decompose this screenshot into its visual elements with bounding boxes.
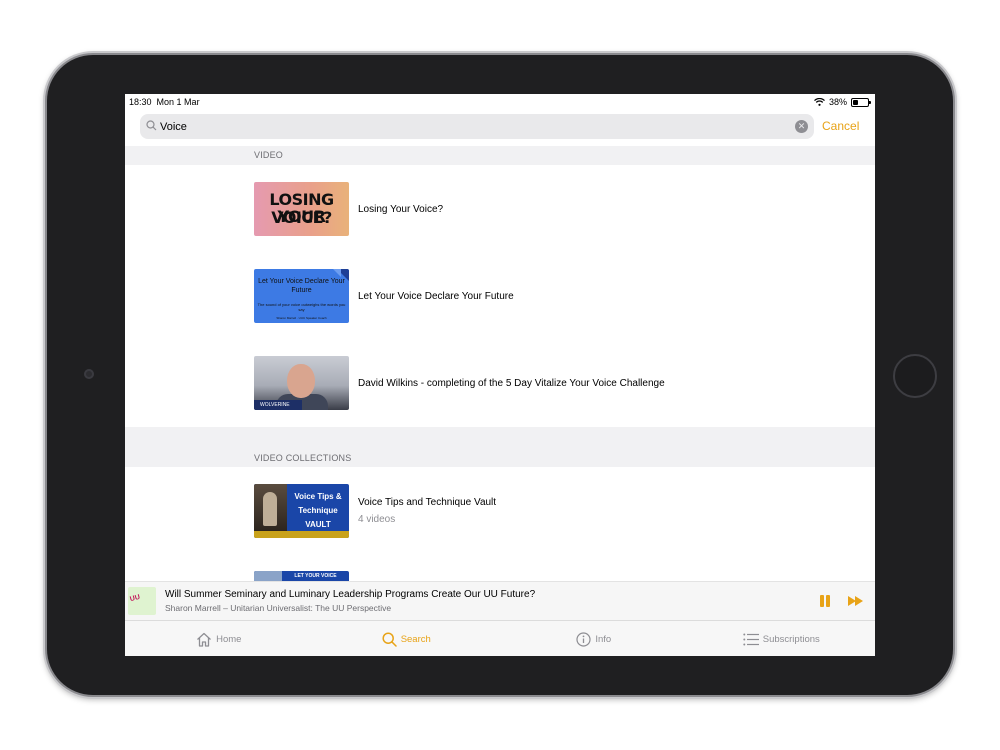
battery-icon [851, 97, 871, 107]
item-text: David Wilkins - completing of the 5 Day … [358, 378, 665, 389]
thumbnail-text: VAULT [305, 520, 331, 529]
artwork-logo-text: UU [129, 593, 141, 604]
collection-item[interactable]: Voice Tips & Technique VAULT Voice Tips … [254, 484, 496, 538]
search-icon [146, 120, 157, 131]
front-camera [84, 369, 94, 379]
video-title: Losing Your Voice? [358, 203, 444, 215]
video-thumbnail: WOLVERINE [254, 356, 349, 410]
now-playing-artwork: UU [128, 587, 156, 615]
now-playing-title: Will Summer Seminary and Luminary Leader… [165, 589, 536, 600]
item-text: Losing Your Voice? [358, 204, 443, 215]
video-item[interactable]: LOSING YOUR VOICE? Losing Your Voice? [254, 182, 443, 236]
tab-label: Info [595, 633, 612, 645]
thumbnail-subtitle: The sound of your voice outweighs the wo… [257, 302, 346, 312]
video-item[interactable]: WOLVERINE David Wilkins - completing of … [254, 356, 665, 410]
tab-bar: Home Search Info Subscriptions [125, 620, 875, 656]
list-icon [743, 633, 759, 645]
wifi-icon [814, 98, 825, 106]
video-item[interactable]: Let Your Voice Declare Your Future The s… [254, 269, 514, 323]
home-icon [197, 632, 212, 647]
video-title: Let Your Voice Declare Your Future [358, 290, 514, 302]
thumbnail-credit: Sharon Marrell · UUC Speaker Coach [276, 316, 327, 320]
person-figure [263, 492, 277, 526]
search-row: ✕ Cancel [125, 110, 875, 146]
item-text: Let Your Voice Declare Your Future [358, 291, 514, 302]
thumbnail-photo [254, 484, 287, 531]
pause-button[interactable] [819, 595, 831, 607]
home-button[interactable] [893, 354, 937, 398]
section-header-collections: VIDEO COLLECTIONS [125, 427, 875, 467]
now-playing-subtitle: Sharon Marrell – Unitarian Universalist:… [165, 603, 392, 613]
person-face [287, 364, 315, 398]
search-input[interactable] [160, 117, 790, 136]
tab-label: Search [400, 633, 431, 645]
collection-title: Voice Tips and Technique Vault [358, 497, 497, 508]
tab-search[interactable]: Search [313, 621, 501, 656]
tab-label: Home [216, 633, 242, 645]
search-icon [382, 631, 397, 647]
thumbnail-title: Let Your Voice Declare Your Future [258, 278, 345, 294]
video-thumbnail: Let Your Voice Declare Your Future The s… [254, 269, 349, 323]
thumbnail-text: LET YOUR VOICE [294, 573, 337, 579]
video-title: David Wilkins - completing of the 5 Day … [358, 377, 665, 389]
cancel-button[interactable]: Cancel [822, 119, 859, 133]
status-bar: 18:30 Mon 1 Mar 38% [125, 94, 875, 110]
thumbnail-text-block: Voice Tips & Technique VAULT [287, 490, 349, 532]
thumbnail-corner-decoration [333, 269, 341, 277]
section-header-video: VIDEO [125, 146, 875, 165]
tab-subscriptions[interactable]: Subscriptions [688, 621, 876, 656]
status-time-date: 18:30 Mon 1 Mar [129, 97, 200, 107]
thumbnail-text: Technique [298, 506, 338, 515]
item-text: Voice Tips and Technique Vault 4 videos [358, 497, 496, 525]
collection-count: 4 videos [358, 514, 396, 525]
thumbnail-text: VOICE? [271, 208, 332, 227]
tab-home[interactable]: Home [125, 621, 313, 656]
thumbnail-text: Voice Tips & [294, 492, 342, 501]
info-icon [576, 631, 591, 647]
app-screen: 18:30 Mon 1 Mar 38% ✕ Cancel VIDEO LOSIN… [125, 94, 875, 656]
clear-search-icon[interactable]: ✕ [795, 120, 808, 133]
tab-label: Subscriptions [762, 633, 820, 645]
collection-thumbnail: Voice Tips & Technique VAULT [254, 484, 349, 538]
fast-forward-icon[interactable] [848, 596, 864, 606]
thumbnail-strip [254, 531, 349, 538]
search-box[interactable]: ✕ [140, 114, 814, 139]
thumbnail-banner: WOLVERINE [254, 400, 302, 410]
status-indicators: 38% [814, 97, 871, 107]
status-time: 18:30 [129, 97, 152, 107]
mini-player[interactable]: UU Will Summer Seminary and Luminary Lea… [125, 581, 875, 620]
video-thumbnail: LOSING YOUR VOICE? [254, 182, 349, 236]
tab-info[interactable]: Info [500, 621, 688, 656]
status-date: Mon 1 Mar [156, 97, 200, 107]
battery-percent: 38% [828, 97, 847, 107]
